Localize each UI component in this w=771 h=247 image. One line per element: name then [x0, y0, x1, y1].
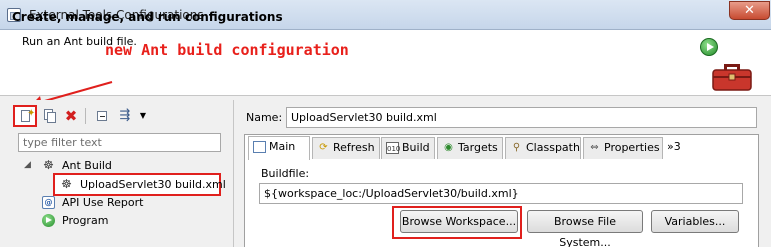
tab-targets[interactable]: ◉ Targets	[437, 137, 503, 159]
expand-arrow-icon[interactable]: ◢	[24, 157, 31, 174]
close-button[interactable]: ✕	[729, 1, 770, 20]
tab-overflow-button[interactable]: »3	[667, 140, 681, 153]
toolbox-icon	[712, 64, 752, 91]
targets-icon: ◉	[444, 142, 453, 153]
tab-build[interactable]: 010 Build	[381, 137, 435, 159]
buildfile-label: Buildfile:	[261, 167, 310, 180]
tree-item-label: Ant Build	[62, 159, 112, 172]
duplicate-button[interactable]	[41, 107, 59, 125]
tree-item-label: API Use Report	[62, 196, 144, 209]
filter-input[interactable]	[18, 133, 221, 152]
build-icon: 010	[386, 142, 400, 154]
tab-label: Targets	[458, 141, 498, 154]
buildfile-field[interactable]	[259, 183, 743, 204]
plus-icon: ✦	[27, 108, 36, 119]
view-menu-button[interactable]: ▼	[138, 107, 148, 125]
delete-button[interactable]: ✖	[62, 107, 80, 125]
collapse-icon	[97, 111, 107, 121]
refresh-icon: ⟳	[319, 142, 328, 153]
tab-refresh[interactable]: ⟳ Refresh	[312, 137, 380, 159]
name-field[interactable]	[286, 107, 757, 128]
browse-file-system-button[interactable]: Browse File System...	[527, 210, 643, 247]
tree-item-label: UploadServlet30 build.xml	[80, 178, 226, 191]
ant-icon: ☸	[61, 177, 72, 191]
variables-button[interactable]: Variables...	[651, 210, 739, 233]
tab-label: Build	[402, 141, 430, 154]
new-launch-configuration-button[interactable]: ✦	[13, 105, 37, 127]
collapse-all-button[interactable]	[93, 107, 111, 125]
filter-button[interactable]: ⇶	[116, 107, 134, 125]
chevron-down-icon: ▼	[139, 111, 147, 120]
tree-item-label: Program	[62, 214, 109, 227]
classpath-icon: ⚲	[512, 142, 521, 153]
browse-workspace-button[interactable]: Browse Workspace...	[400, 210, 518, 233]
program-icon	[42, 214, 55, 227]
name-label: Name:	[246, 111, 283, 124]
api-report-icon: @	[42, 196, 55, 209]
delete-icon: ✖	[64, 107, 78, 125]
toolbar-separator	[85, 108, 86, 124]
tab-properties[interactable]: ⇔ Properties	[583, 137, 663, 159]
tab-label: Main	[269, 140, 296, 153]
main-tab-icon	[253, 141, 266, 153]
annotation-text: new Ant build configuration	[105, 41, 349, 59]
tab-classpath[interactable]: ⚲ Classpath	[505, 137, 581, 159]
tab-label: Properties	[604, 141, 660, 154]
properties-icon: ⇔	[590, 142, 599, 153]
tab-main[interactable]: Main	[248, 136, 310, 160]
tab-label: Refresh	[333, 141, 375, 154]
run-icon	[700, 38, 718, 56]
header-title: Create, manage, and run configurations	[12, 10, 283, 24]
filter-icon: ⇶	[119, 108, 131, 123]
ant-icon: ☸	[43, 158, 54, 172]
tab-label: Classpath	[526, 141, 580, 154]
